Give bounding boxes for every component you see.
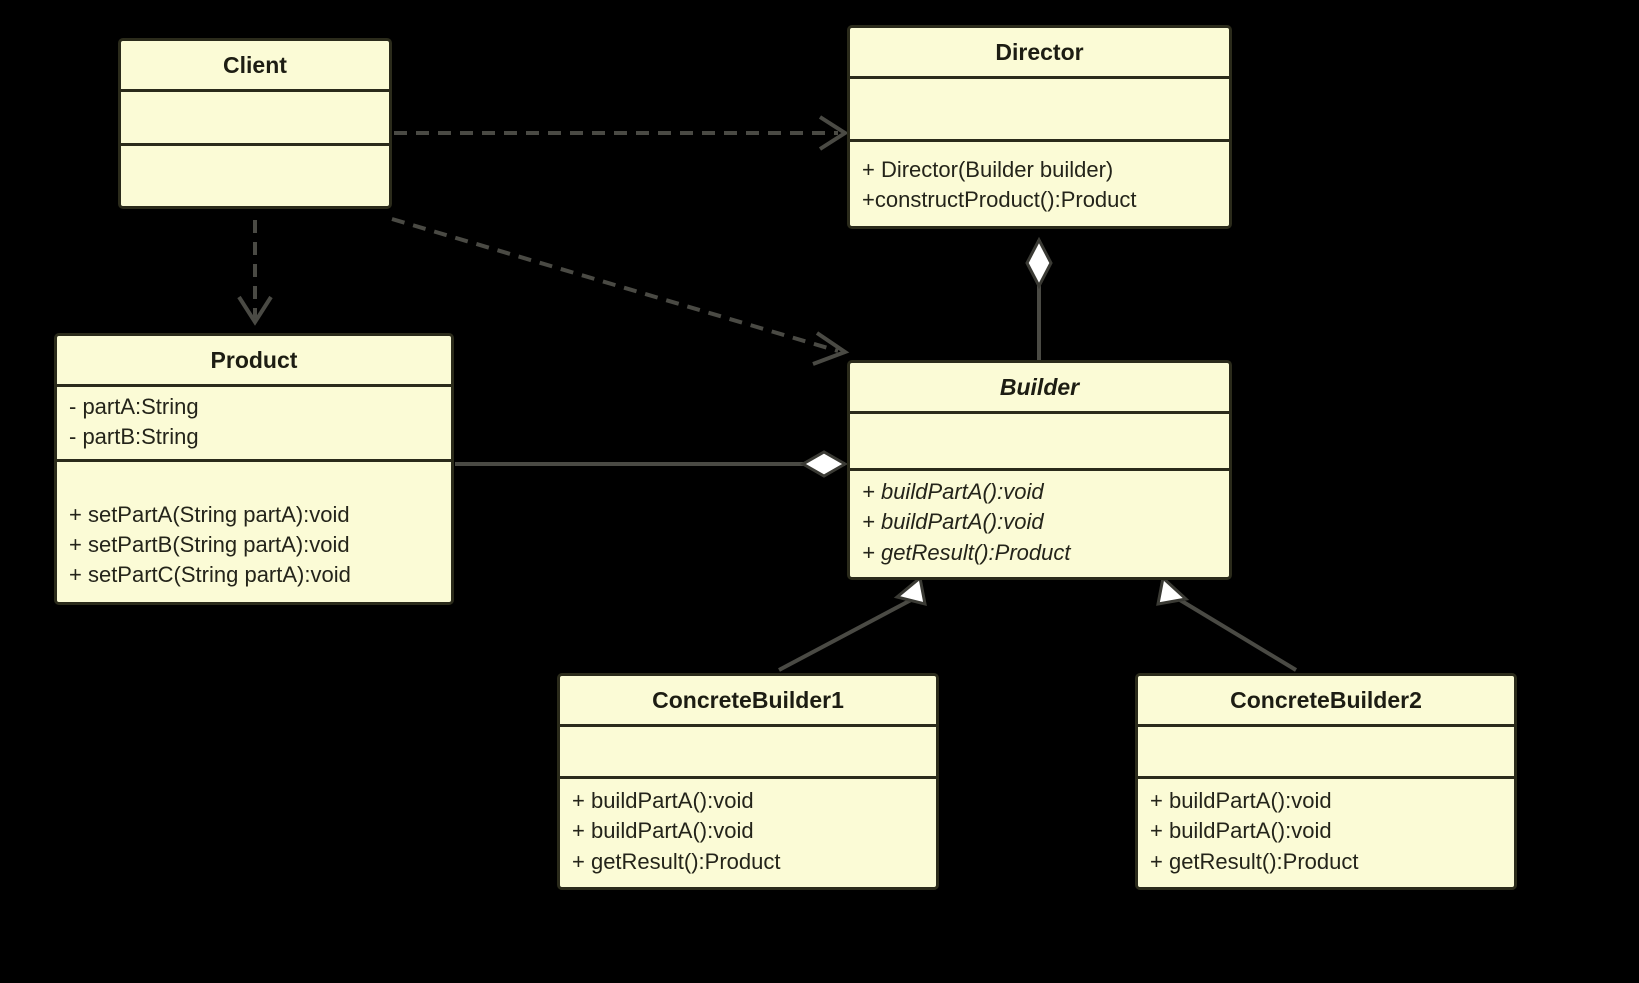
edge-cb2-builder — [1156, 575, 1298, 672]
class-attributes-director — [850, 79, 1229, 143]
method-row: + buildPartA():void — [572, 788, 754, 814]
class-attributes-concrete-builder-1 — [560, 727, 936, 780]
edge-cb2-builder-hollow-triangle — [1156, 575, 1190, 606]
class-attributes-concrete-builder-2 — [1138, 727, 1514, 780]
uml-class-product[interactable]: Product - partA:String - partB:String + … — [54, 333, 454, 605]
class-methods-concrete-builder-2: + buildPartA():void + buildPartA():void … — [1138, 779, 1514, 886]
class-methods-product: + setPartA(String partA):void + setPartB… — [57, 462, 451, 602]
method-row: + setPartC(String partA):void — [69, 561, 351, 587]
attribute-row: - partB:String — [69, 424, 199, 450]
edge-client-director-arrowhead — [818, 115, 849, 151]
method-row: + Director(Builder builder) — [862, 157, 1114, 183]
method-row: + getResult():Product — [862, 539, 1071, 565]
method-row: + getResult():Product — [1150, 848, 1359, 874]
method-row: + setPartB(String partA):void — [69, 531, 350, 557]
method-row: + buildPartA():void — [1150, 818, 1332, 844]
edge-client-builder-line — [391, 217, 839, 353]
method-row: + buildPartA():void — [862, 479, 1044, 505]
edge-director-builder-hollow-diamond — [1025, 236, 1053, 290]
class-title-concrete-builder-1: ConcreteBuilder1 — [560, 676, 936, 728]
class-attributes-client — [121, 92, 389, 147]
class-title-concrete-builder-2: ConcreteBuilder2 — [1138, 676, 1514, 728]
edge-cb2-builder-line — [1178, 598, 1298, 672]
class-attributes-builder — [850, 414, 1229, 472]
edge-cb1-builder-line — [778, 598, 912, 672]
edge-director-builder — [1025, 236, 1053, 360]
method-row: + setPartA(String partA):void — [69, 501, 350, 527]
method-row: + buildPartA():void — [862, 509, 1044, 535]
edge-client-builder-arrowhead — [812, 331, 850, 366]
method-row: + getResult():Product — [572, 848, 781, 874]
uml-diagram-canvas: Client Director + Director(Builder build… — [0, 0, 1639, 983]
class-title-client: Client — [121, 41, 389, 93]
class-methods-concrete-builder-1: + buildPartA():void + buildPartA():void … — [560, 779, 936, 886]
uml-class-concrete-builder-1[interactable]: ConcreteBuilder1 + buildPartA():void + b… — [557, 673, 939, 890]
edge-client-builder — [391, 217, 850, 366]
edge-client-director — [394, 115, 849, 151]
edge-cb1-builder — [778, 575, 927, 672]
method-row: +constructProduct():Product — [862, 187, 1137, 213]
uml-class-builder[interactable]: Builder + buildPartA():void + buildPartA… — [847, 360, 1232, 580]
edge-product-builder — [455, 450, 849, 478]
uml-class-client[interactable]: Client — [118, 38, 392, 210]
class-methods-builder: + buildPartA():void + buildPartA():void … — [850, 471, 1229, 576]
edge-client-product-arrowhead — [237, 295, 273, 326]
attribute-row: - partA:String — [69, 394, 199, 420]
class-title-product: Product — [57, 336, 451, 388]
class-methods-client — [121, 146, 389, 206]
edge-product-builder-hollow-diamond — [799, 450, 849, 478]
edge-client-product — [237, 220, 273, 326]
method-row: + buildPartA():void — [572, 818, 754, 844]
edge-cb1-builder-hollow-triangle — [893, 575, 927, 607]
method-row: + buildPartA():void — [1150, 788, 1332, 814]
uml-class-director[interactable]: Director + Director(Builder builder) +co… — [847, 25, 1232, 229]
class-title-builder: Builder — [850, 363, 1229, 415]
uml-class-concrete-builder-2[interactable]: ConcreteBuilder2 + buildPartA():void + b… — [1135, 673, 1517, 890]
class-attributes-product: - partA:String - partB:String — [57, 387, 451, 462]
class-methods-director: + Director(Builder builder) +constructPr… — [850, 142, 1229, 225]
class-title-director: Director — [850, 28, 1229, 80]
